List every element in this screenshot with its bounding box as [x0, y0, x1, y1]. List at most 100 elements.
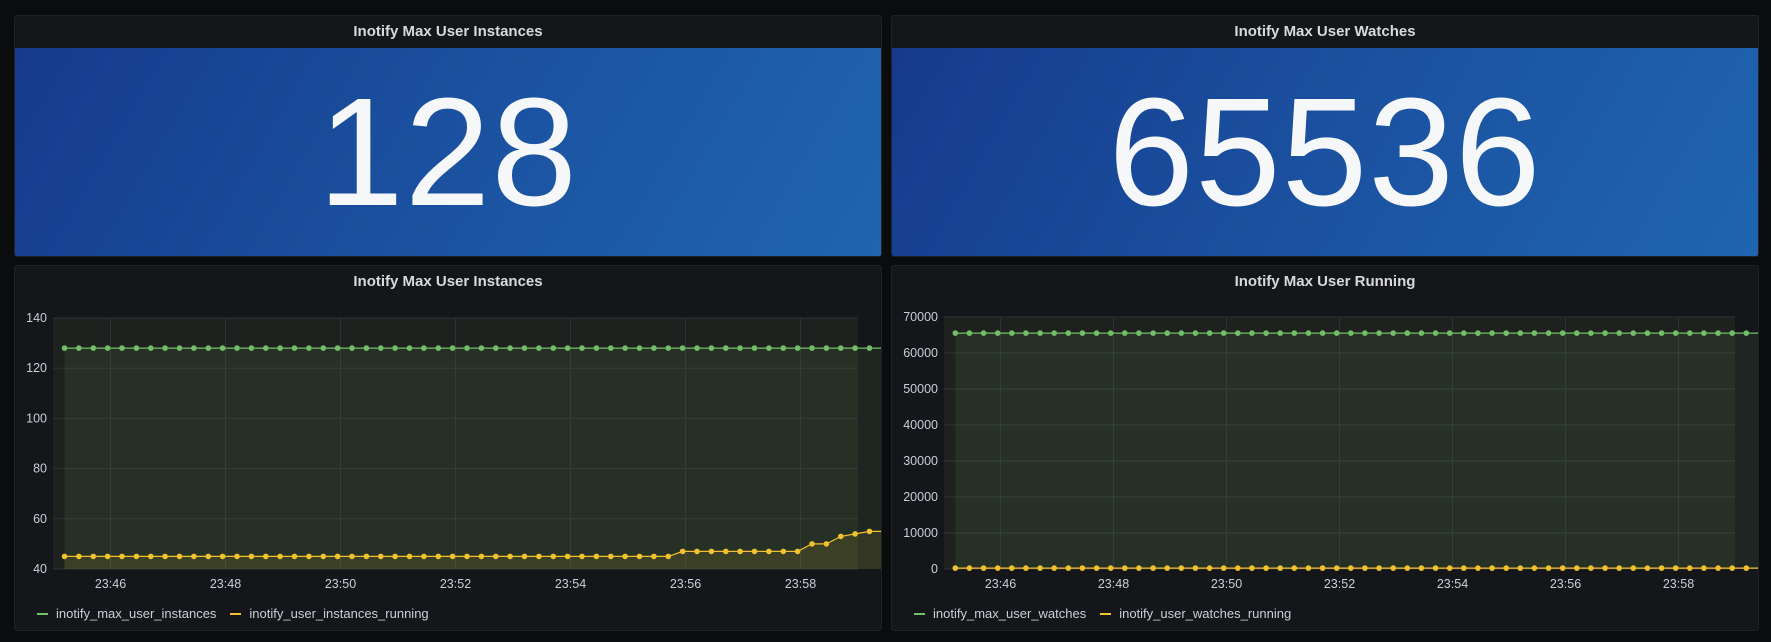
data-point	[1729, 565, 1735, 571]
data-point	[852, 531, 858, 537]
data-point	[1432, 330, 1439, 336]
data-point	[263, 345, 269, 351]
data-point	[61, 345, 68, 351]
x-tick-label: 23:50	[1211, 577, 1242, 591]
data-point	[665, 553, 672, 560]
data-point	[1348, 565, 1354, 571]
data-point	[1037, 330, 1043, 336]
y-tick-label: 140	[26, 311, 47, 325]
stat-body: 65536	[892, 48, 1758, 256]
legend-label: inotify_user_instances_running	[249, 606, 429, 621]
data-point	[478, 553, 485, 560]
data-point	[1220, 565, 1227, 571]
data-point	[1715, 330, 1721, 336]
data-point	[966, 330, 973, 336]
data-point	[234, 553, 240, 560]
data-point	[694, 345, 700, 351]
panel-title[interactable]: Inotify Max User Watches	[892, 16, 1758, 48]
data-point	[435, 345, 442, 351]
data-point	[1602, 330, 1608, 336]
data-point	[449, 345, 456, 351]
data-point	[1107, 330, 1114, 336]
data-point	[1574, 565, 1580, 571]
data-point	[1079, 330, 1086, 336]
y-tick-label: 100	[26, 411, 47, 425]
data-point	[435, 553, 442, 560]
data-point	[1150, 330, 1156, 336]
data-point	[1701, 330, 1707, 336]
data-point	[349, 345, 355, 351]
y-tick-label: 0	[931, 562, 938, 576]
panel-title[interactable]: Inotify Max User Instances	[15, 16, 881, 48]
data-point	[205, 345, 212, 351]
data-point	[852, 345, 858, 351]
x-tick-label: 23:58	[1663, 577, 1694, 591]
y-tick-label: 60	[33, 512, 47, 526]
data-point	[464, 553, 470, 560]
data-point	[994, 565, 1001, 571]
data-point	[1348, 330, 1354, 336]
data-point	[1291, 330, 1298, 336]
data-point	[1009, 330, 1015, 336]
data-point	[1559, 330, 1566, 336]
data-point	[1051, 565, 1057, 571]
x-tick-label: 23:46	[95, 577, 126, 591]
data-point	[478, 345, 485, 351]
data-point	[1475, 565, 1481, 571]
data-point	[751, 548, 758, 555]
data-point	[349, 553, 355, 560]
data-point	[1687, 330, 1693, 336]
data-point	[1574, 330, 1580, 336]
data-point	[608, 553, 614, 560]
data-point	[1743, 330, 1750, 336]
data-point	[1107, 565, 1114, 571]
x-tick-label: 23:56	[670, 577, 701, 591]
graph-panel-instances: Inotify Max User Instances 40 60 80 100 120 1…	[14, 265, 882, 631]
data-point	[1432, 565, 1439, 571]
data-point	[363, 345, 370, 351]
data-point	[1093, 565, 1100, 571]
data-point	[1404, 330, 1411, 336]
y-tick-label: 20000	[903, 490, 938, 504]
instances-chart[interactable]: 40 60 80 100 120 140 23:46 23:48 23:50 23:52 23:54…	[15, 266, 882, 631]
data-point	[1192, 330, 1199, 336]
data-point	[838, 345, 844, 351]
data-point	[1545, 565, 1552, 571]
data-point	[1023, 565, 1029, 571]
data-point	[334, 345, 341, 351]
data-point	[219, 345, 226, 351]
data-point	[521, 345, 528, 351]
legend-item[interactable]: inotify_user_watches_running	[1100, 606, 1291, 621]
legend-item[interactable]: inotify_user_instances_running	[230, 606, 429, 621]
data-point	[507, 553, 513, 560]
data-point	[593, 345, 600, 351]
x-tick-label: 23:52	[1324, 577, 1355, 591]
data-point	[708, 548, 715, 555]
data-point	[1009, 565, 1015, 571]
data-point	[449, 553, 456, 560]
legend-item[interactable]: inotify_max_user_watches	[914, 606, 1086, 621]
data-point	[61, 553, 68, 560]
graph-panel-watches: Inotify Max User Running 0 10000 20000 3000…	[891, 265, 1759, 631]
data-point	[550, 345, 557, 351]
data-point	[493, 345, 499, 351]
data-point	[1461, 330, 1467, 336]
data-point	[980, 565, 987, 571]
data-point	[1531, 565, 1538, 571]
data-point	[1235, 565, 1241, 571]
y-tick-label: 10000	[903, 526, 938, 540]
watches-chart[interactable]: 0 10000 20000 30000 40000 50000 60000 70000 23:4…	[892, 266, 1759, 631]
data-point	[1164, 565, 1170, 571]
data-point	[1446, 330, 1453, 336]
data-point	[1390, 330, 1396, 336]
data-point	[1319, 330, 1326, 336]
data-point	[1305, 330, 1312, 336]
data-point	[665, 345, 672, 351]
data-point	[1418, 330, 1425, 336]
data-point	[651, 553, 657, 560]
series-fill	[955, 333, 1758, 569]
chart-legend: inotify_max_user_watches inotify_user_wa…	[914, 606, 1305, 621]
data-point	[1362, 565, 1368, 571]
legend-item[interactable]: inotify_max_user_instances	[37, 606, 216, 621]
data-point	[320, 553, 327, 560]
